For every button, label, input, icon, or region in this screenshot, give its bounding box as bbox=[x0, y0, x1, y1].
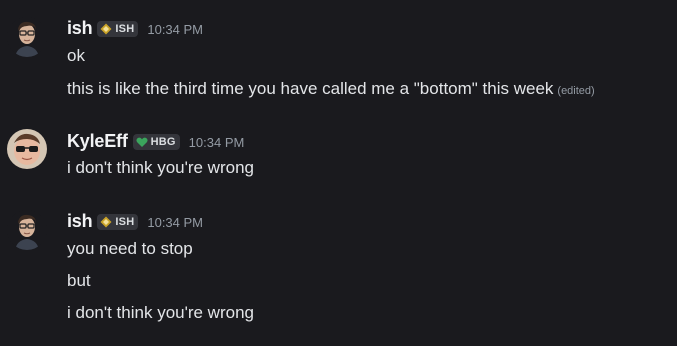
user-avatar-icon bbox=[7, 210, 47, 250]
message-text: but bbox=[67, 271, 91, 290]
message-header: KyleEff HBG 10:34 PM bbox=[67, 129, 244, 153]
message-text: i don't think you're wrong bbox=[67, 158, 254, 177]
server-tag[interactable]: ISH bbox=[97, 21, 139, 37]
message-text: you need to stop bbox=[67, 239, 193, 258]
timestamp[interactable]: 10:34 PM bbox=[147, 215, 203, 230]
server-tag[interactable]: ISH bbox=[97, 214, 139, 230]
user-avatar-icon bbox=[7, 129, 47, 169]
server-tag-label: HBG bbox=[150, 136, 176, 148]
server-tag[interactable]: HBG bbox=[132, 134, 180, 150]
avatar[interactable] bbox=[7, 129, 47, 169]
username[interactable]: ish bbox=[67, 18, 93, 39]
username[interactable]: ish bbox=[67, 211, 93, 232]
message-group-ish-1: ish ISH 10:34 PM ok this is like the thi… bbox=[0, 0, 677, 110]
message-group-kyleeff: KyleEff HBG 10:34 PM i don't think you'r… bbox=[0, 120, 677, 190]
message-group-ish-2: ish ISH 10:34 PM you need to stop but i … bbox=[0, 200, 677, 340]
server-tag-label: ISH bbox=[115, 23, 135, 35]
message-text: ok bbox=[67, 46, 85, 65]
avatar[interactable] bbox=[7, 17, 47, 57]
gold-diamond-icon bbox=[100, 23, 112, 35]
timestamp[interactable]: 10:34 PM bbox=[147, 22, 203, 37]
message-text: this is like the third time you have cal… bbox=[67, 79, 554, 98]
message-text: i don't think you're wrong bbox=[67, 303, 254, 322]
server-tag-label: ISH bbox=[115, 216, 135, 228]
message-text-edited-line: this is like the third time you have cal… bbox=[67, 77, 595, 101]
gold-diamond-icon bbox=[100, 216, 112, 228]
user-avatar-icon bbox=[7, 17, 47, 57]
username[interactable]: KyleEff bbox=[67, 131, 128, 152]
edited-label[interactable]: (edited) bbox=[557, 85, 594, 97]
chat-messages: ish ISH 10:34 PM ok this is like the thi… bbox=[0, 0, 677, 346]
timestamp[interactable]: 10:34 PM bbox=[189, 135, 245, 150]
green-heart-icon bbox=[136, 137, 148, 147]
avatar[interactable] bbox=[7, 210, 47, 250]
message-header: ish ISH 10:34 PM bbox=[67, 16, 203, 40]
message-header: ish ISH 10:34 PM bbox=[67, 209, 203, 233]
